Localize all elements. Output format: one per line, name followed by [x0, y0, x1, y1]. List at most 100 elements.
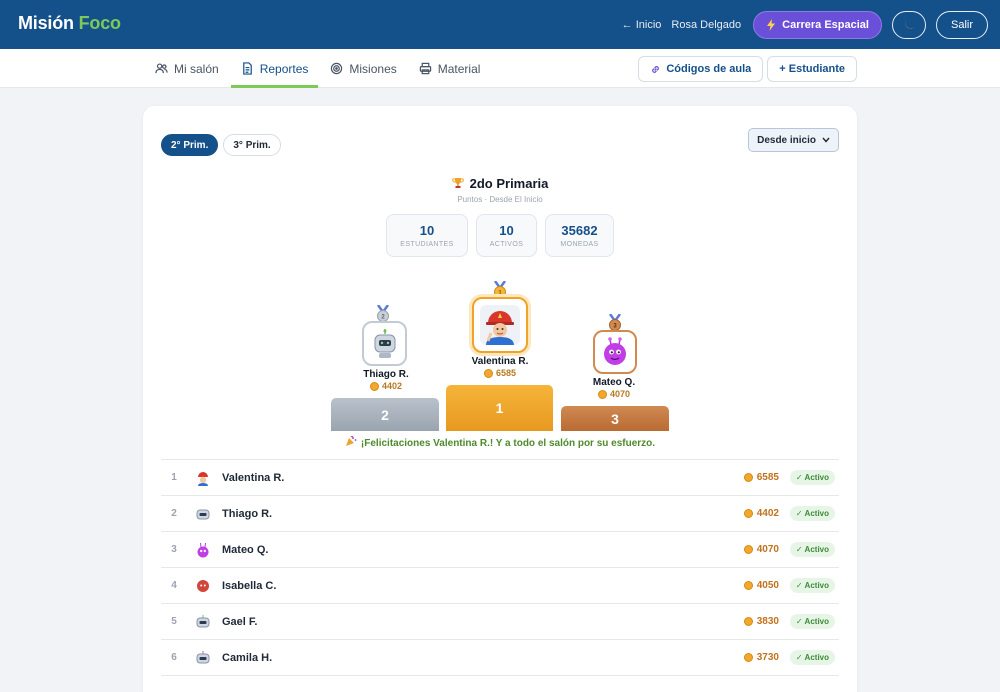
student-coins: 3730 [743, 652, 779, 663]
alien-avatar-icon [604, 337, 626, 365]
coin-icon [743, 473, 753, 482]
student-coins-value: 4050 [756, 580, 779, 591]
stat-label: ESTUDIANTES [400, 240, 454, 248]
coin-icon [743, 509, 753, 518]
stat-value: 10 [499, 222, 514, 238]
table-row[interactable]: 6 Camila H. 3730 ✓ Activo [161, 640, 839, 676]
space-race-label: Carrera Espacial [782, 18, 869, 31]
table-row[interactable]: 3 Mateo Q. 4070 ✓ Activo [161, 532, 839, 568]
podium-coins-third: 4070 [559, 389, 669, 399]
link-icon [652, 65, 660, 73]
party-popper-icon [345, 436, 357, 446]
range-select-value: Desde inicio [757, 134, 816, 146]
logout-button[interactable]: Salir [935, 10, 988, 39]
student-coins: 4402 [743, 508, 779, 519]
podium-coins-value: 4070 [609, 389, 631, 399]
coin-icon [743, 581, 753, 590]
podium-name-third: Mateo Q. [592, 377, 636, 388]
podium-coins-value: 6585 [495, 368, 517, 378]
rank-position: 5 [171, 616, 177, 627]
nav-bar: Mi salón Reportes Misiones Material Códi… [0, 49, 1000, 88]
theme-toggle-button[interactable] [891, 10, 926, 39]
class-codes-label: Códigos de aula [666, 63, 752, 75]
student-name: Thiago R. [222, 507, 273, 520]
grade-selector: 2° Prim. 3° Prim. [161, 134, 281, 156]
podium-coins-value: 4402 [381, 381, 403, 391]
robot-avatar-icon [374, 328, 395, 358]
tab-label: Material [437, 61, 481, 76]
student-coins-value: 4070 [756, 544, 779, 555]
stat-coins: 35682 MONEDAS [545, 214, 614, 257]
grade-pill-3[interactable]: 3° Prim. [223, 134, 281, 156]
student-coins-value: 6585 [756, 472, 779, 483]
class-subtitle: Puntos · Desde El Inicio [457, 195, 543, 204]
moon-icon [905, 19, 914, 29]
podium-step-first: 1 [446, 385, 553, 431]
logout-label: Salir [950, 18, 973, 31]
class-codes-button[interactable]: Códigos de aula [638, 56, 764, 82]
rank-position: 1 [171, 472, 177, 483]
alien-avatar-icon [193, 540, 213, 560]
student-coins: 4070 [743, 544, 779, 555]
stat-students: 10 ESTUDIANTES [386, 214, 468, 257]
stat-value: 10 [419, 222, 435, 238]
status-badge: ✓ Activo [789, 650, 835, 665]
avatar-third [593, 330, 637, 374]
robot-avatar-icon [193, 612, 213, 632]
podium-coins-second: 4402 [331, 381, 441, 391]
student-coins: 6585 [743, 472, 779, 483]
rank-position: 6 [171, 652, 177, 663]
podium-coins-first: 6585 [445, 368, 555, 378]
status-badge: ✓ Activo [789, 470, 835, 485]
tab-reportes[interactable]: Reportes [230, 49, 319, 88]
status-badge: ✓ Activo [789, 542, 835, 557]
table-row[interactable]: 5 Gael F. 3830 ✓ Activo [161, 604, 839, 640]
student-coins-value: 3730 [756, 652, 779, 663]
rank-position: 4 [171, 580, 177, 591]
robot-avatar-icon [193, 648, 213, 668]
tab-label: Misiones [349, 61, 397, 76]
grade-pill-2[interactable]: 2° Prim. [161, 134, 219, 156]
congrats-message: ¡Felicitaciones Valentina R.! Y a todo e… [143, 436, 857, 449]
student-coins: 3830 [743, 616, 779, 627]
podium-place: 1 [495, 400, 504, 416]
podium-place: 3 [611, 410, 619, 427]
home-link[interactable]: ← Inicio [622, 19, 662, 31]
podium-step-second: 2 [331, 398, 439, 431]
coin-icon [369, 381, 379, 391]
coin-icon [743, 545, 753, 554]
podium-name-first: Valentina R. [471, 356, 529, 367]
coin-icon [743, 653, 753, 662]
congrats-text: ¡Felicitaciones Valentina R.! Y a todo e… [360, 438, 656, 449]
lightning-icon [767, 18, 776, 31]
stat-active: 10 ACTIVOS [476, 214, 537, 257]
student-coins: 4050 [743, 580, 779, 591]
ranking-list: 1 Valentina R. 6585 ✓ Activo 2 Thiago R.… [161, 459, 839, 676]
brand-accent: Foco [78, 13, 121, 33]
class-title: 2do Primaria [143, 176, 857, 191]
brand-name: Misión [18, 13, 74, 33]
tab-label: Mi salón [174, 61, 219, 76]
stat-label: ACTIVOS [489, 240, 524, 248]
rank-position: 2 [171, 508, 177, 519]
tab-misiones[interactable]: Misiones [320, 49, 406, 88]
space-race-button[interactable]: Carrera Espacial [753, 10, 882, 39]
tab-label: Reportes [259, 61, 309, 76]
brand-logo[interactable]: Misión Foco [18, 13, 121, 34]
tab-material[interactable]: Material [409, 49, 491, 88]
red-blob-avatar-icon [193, 576, 213, 596]
table-row[interactable]: 4 Isabella C. 4050 ✓ Activo [161, 568, 839, 604]
coin-icon [743, 617, 753, 626]
report-card: 2° Prim. 3° Prim. Desde inicio 2do Prima… [143, 106, 857, 692]
podium-name-second: Thiago R. [363, 369, 409, 380]
coin-icon [483, 368, 493, 378]
student-name: Camila H. [222, 651, 273, 664]
table-row[interactable]: 2 Thiago R. 4402 ✓ Activo [161, 496, 839, 532]
add-student-button[interactable]: + Estudiante [767, 56, 857, 82]
student-coins-value: 4402 [756, 508, 779, 519]
tab-mi-salon[interactable]: Mi salón [145, 49, 229, 88]
range-select[interactable]: Desde inicio [748, 128, 839, 152]
document-icon [242, 62, 252, 75]
table-row[interactable]: 1 Valentina R. 6585 ✓ Activo [161, 460, 839, 496]
coin-icon [597, 389, 607, 399]
